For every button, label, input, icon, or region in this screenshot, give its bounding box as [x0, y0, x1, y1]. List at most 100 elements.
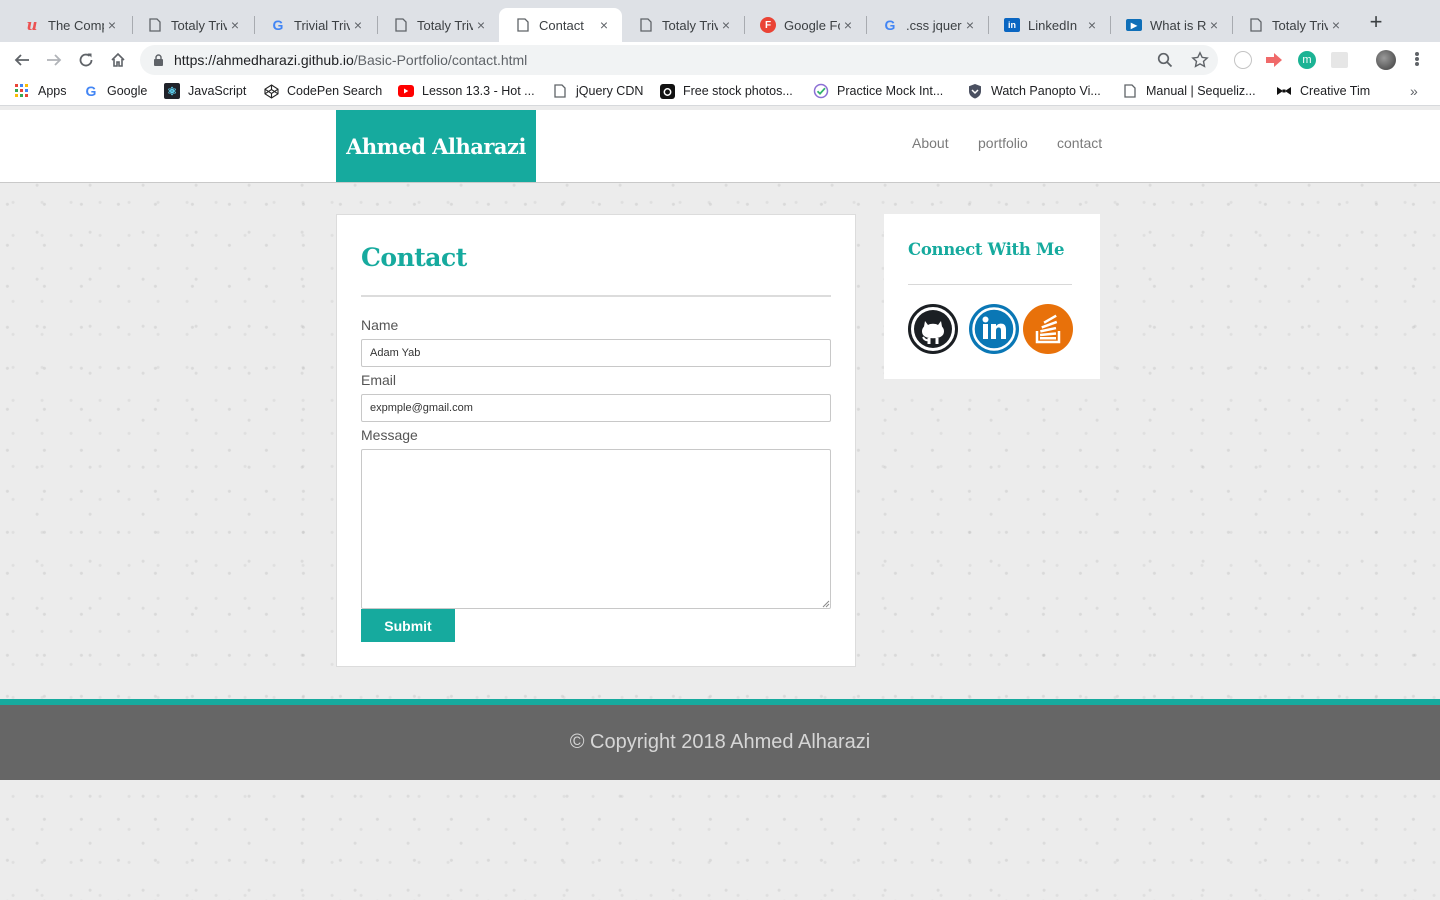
tab-title: Totaly Triv [417, 17, 473, 33]
bookmark-label: Free stock photos... [683, 84, 793, 98]
youtube-icon [398, 83, 414, 99]
social-divider [908, 284, 1072, 285]
close-icon[interactable]: × [840, 17, 856, 33]
tab-6[interactable]: F Google Fo × [744, 8, 866, 42]
extension-box-icon[interactable] [1331, 52, 1348, 68]
close-icon[interactable]: × [962, 17, 978, 33]
tab-8[interactable]: in LinkedIn × [988, 8, 1110, 42]
site-footer: © Copyright 2018 Ahmed Alharazi [0, 705, 1440, 780]
tab-2[interactable]: G Trivial Triv × [254, 8, 376, 42]
more-bookmarks-button[interactable]: » [1410, 83, 1418, 99]
social-card: Connect With Me [884, 214, 1100, 379]
close-icon[interactable]: × [473, 17, 489, 33]
stackoverflow-icon[interactable] [1023, 304, 1073, 354]
close-icon[interactable]: × [1328, 17, 1344, 33]
star-icon[interactable] [1191, 51, 1209, 69]
tab-title: Contact [539, 17, 584, 33]
bookmark-google[interactable]: G Google [83, 83, 148, 99]
home-button[interactable] [108, 50, 128, 70]
tab-title: Totaly Triv [171, 17, 227, 33]
bookmarks-bar: Apps G Google ⚛ JavaScript CodePen Searc… [0, 78, 1440, 106]
bookmark-javascript[interactable]: ⚛ JavaScript [164, 83, 246, 99]
extension-m-icon[interactable]: m [1298, 51, 1316, 69]
tab-9[interactable]: ▶ What is Re × [1110, 8, 1232, 42]
bookmark-label: Creative Tim [1300, 84, 1371, 98]
bookmark-jquery[interactable]: jQuery CDN [552, 83, 643, 99]
bookmark-label: CodePen Search [287, 84, 383, 98]
footer-copyright: © Copyright 2018 Ahmed Alharazi [569, 731, 871, 753]
url-path: /Basic-Portfolio/contact.html [353, 52, 528, 68]
bookmark-manual[interactable]: Manual | Sequeliz... [1122, 83, 1256, 99]
lock-icon [154, 54, 163, 66]
linkedin-icon: in [1004, 18, 1020, 32]
avatar-icon[interactable] [1376, 50, 1396, 70]
social-title: Connect With Me [908, 240, 1065, 259]
bookmark-apps[interactable]: Apps [14, 83, 67, 99]
email-field[interactable] [361, 394, 831, 422]
resize-grip-icon[interactable] [821, 599, 830, 608]
address-bar[interactable]: https://ahmedharazi.github.io/Basic-Port… [140, 45, 1218, 75]
bowtie-icon [1276, 83, 1292, 99]
close-icon[interactable]: × [596, 17, 612, 33]
nav-portfolio[interactable]: portfolio [978, 135, 1028, 151]
tab-4-active[interactable]: Contact × [499, 8, 622, 42]
title-divider [361, 295, 831, 297]
bookmark-label: JavaScript [188, 84, 247, 98]
bookmark-practice[interactable]: Practice Mock Int... [813, 83, 943, 99]
tab-title: Google Fo [784, 17, 840, 33]
tab-title: LinkedIn [1028, 17, 1078, 33]
home-icon [111, 52, 125, 67]
message-field[interactable] [361, 449, 831, 609]
tab-0[interactable]: u The Comp × [8, 8, 130, 42]
nav-about[interactable]: About [912, 135, 949, 151]
tab-10[interactable]: Totaly Triv × [1232, 8, 1354, 42]
google-icon: G [85, 83, 97, 99]
close-icon[interactable]: × [1206, 17, 1222, 33]
page-icon [147, 17, 163, 33]
name-label: Name [361, 317, 399, 333]
bookmark-lesson[interactable]: Lesson 13.3 - Hot ... [398, 83, 535, 99]
page-icon [1248, 17, 1264, 33]
github-icon[interactable] [908, 304, 958, 354]
tab-title: The Comp [48, 17, 104, 33]
close-icon[interactable]: × [227, 17, 243, 33]
bookmark-creative-tim[interactable]: Creative Tim [1276, 83, 1370, 99]
tab-title: What is Re [1150, 17, 1206, 33]
page-icon [515, 17, 531, 33]
udemy-icon: u [26, 16, 38, 34]
tab-1[interactable]: Totaly Triv × [131, 8, 253, 42]
tab-3[interactable]: Totaly Triv × [377, 8, 499, 42]
tab-title: .css jquer [906, 17, 962, 33]
bookmark-label: Manual | Sequeliz... [1146, 84, 1256, 98]
bookmark-label: Google [107, 84, 148, 98]
close-icon[interactable]: × [718, 17, 734, 33]
shield-icon [967, 83, 983, 99]
forward-button[interactable] [44, 50, 64, 70]
tab-7[interactable]: G .css jquer × [866, 8, 988, 42]
close-icon[interactable]: × [104, 17, 120, 33]
bookmark-label: Apps [38, 84, 67, 98]
bookmark-stock-photos[interactable]: Free stock photos... [659, 83, 793, 99]
back-button[interactable] [12, 50, 32, 70]
tab-5[interactable]: Totaly Triv × [622, 8, 744, 42]
camera-icon [659, 83, 675, 99]
name-field[interactable] [361, 339, 831, 367]
new-tab-button[interactable]: + [1366, 11, 1386, 33]
bookmark-codepen[interactable]: CodePen Search [263, 83, 382, 99]
nav-contact[interactable]: contact [1057, 135, 1102, 151]
site-header: Ahmed Alharazi About portfolio contact [0, 110, 1440, 183]
apps-grid-icon [14, 83, 30, 99]
menu-dots-icon[interactable] [1414, 51, 1420, 69]
zoom-icon[interactable] [1157, 52, 1173, 68]
contact-card: Contact Name Email Message Submit [336, 214, 856, 667]
reload-button[interactable] [76, 50, 96, 70]
extension-icon[interactable] [1234, 51, 1252, 69]
linkedin-icon[interactable] [969, 304, 1019, 354]
close-icon[interactable]: × [350, 17, 366, 33]
submit-button[interactable]: Submit [361, 609, 455, 642]
arrow-left-icon [14, 54, 29, 66]
bookmark-panopto[interactable]: Watch Panopto Vi... [967, 83, 1101, 99]
close-icon[interactable]: × [1084, 17, 1100, 33]
extension-arrow-icon[interactable] [1265, 52, 1283, 68]
site-brand[interactable]: Ahmed Alharazi [336, 110, 536, 182]
